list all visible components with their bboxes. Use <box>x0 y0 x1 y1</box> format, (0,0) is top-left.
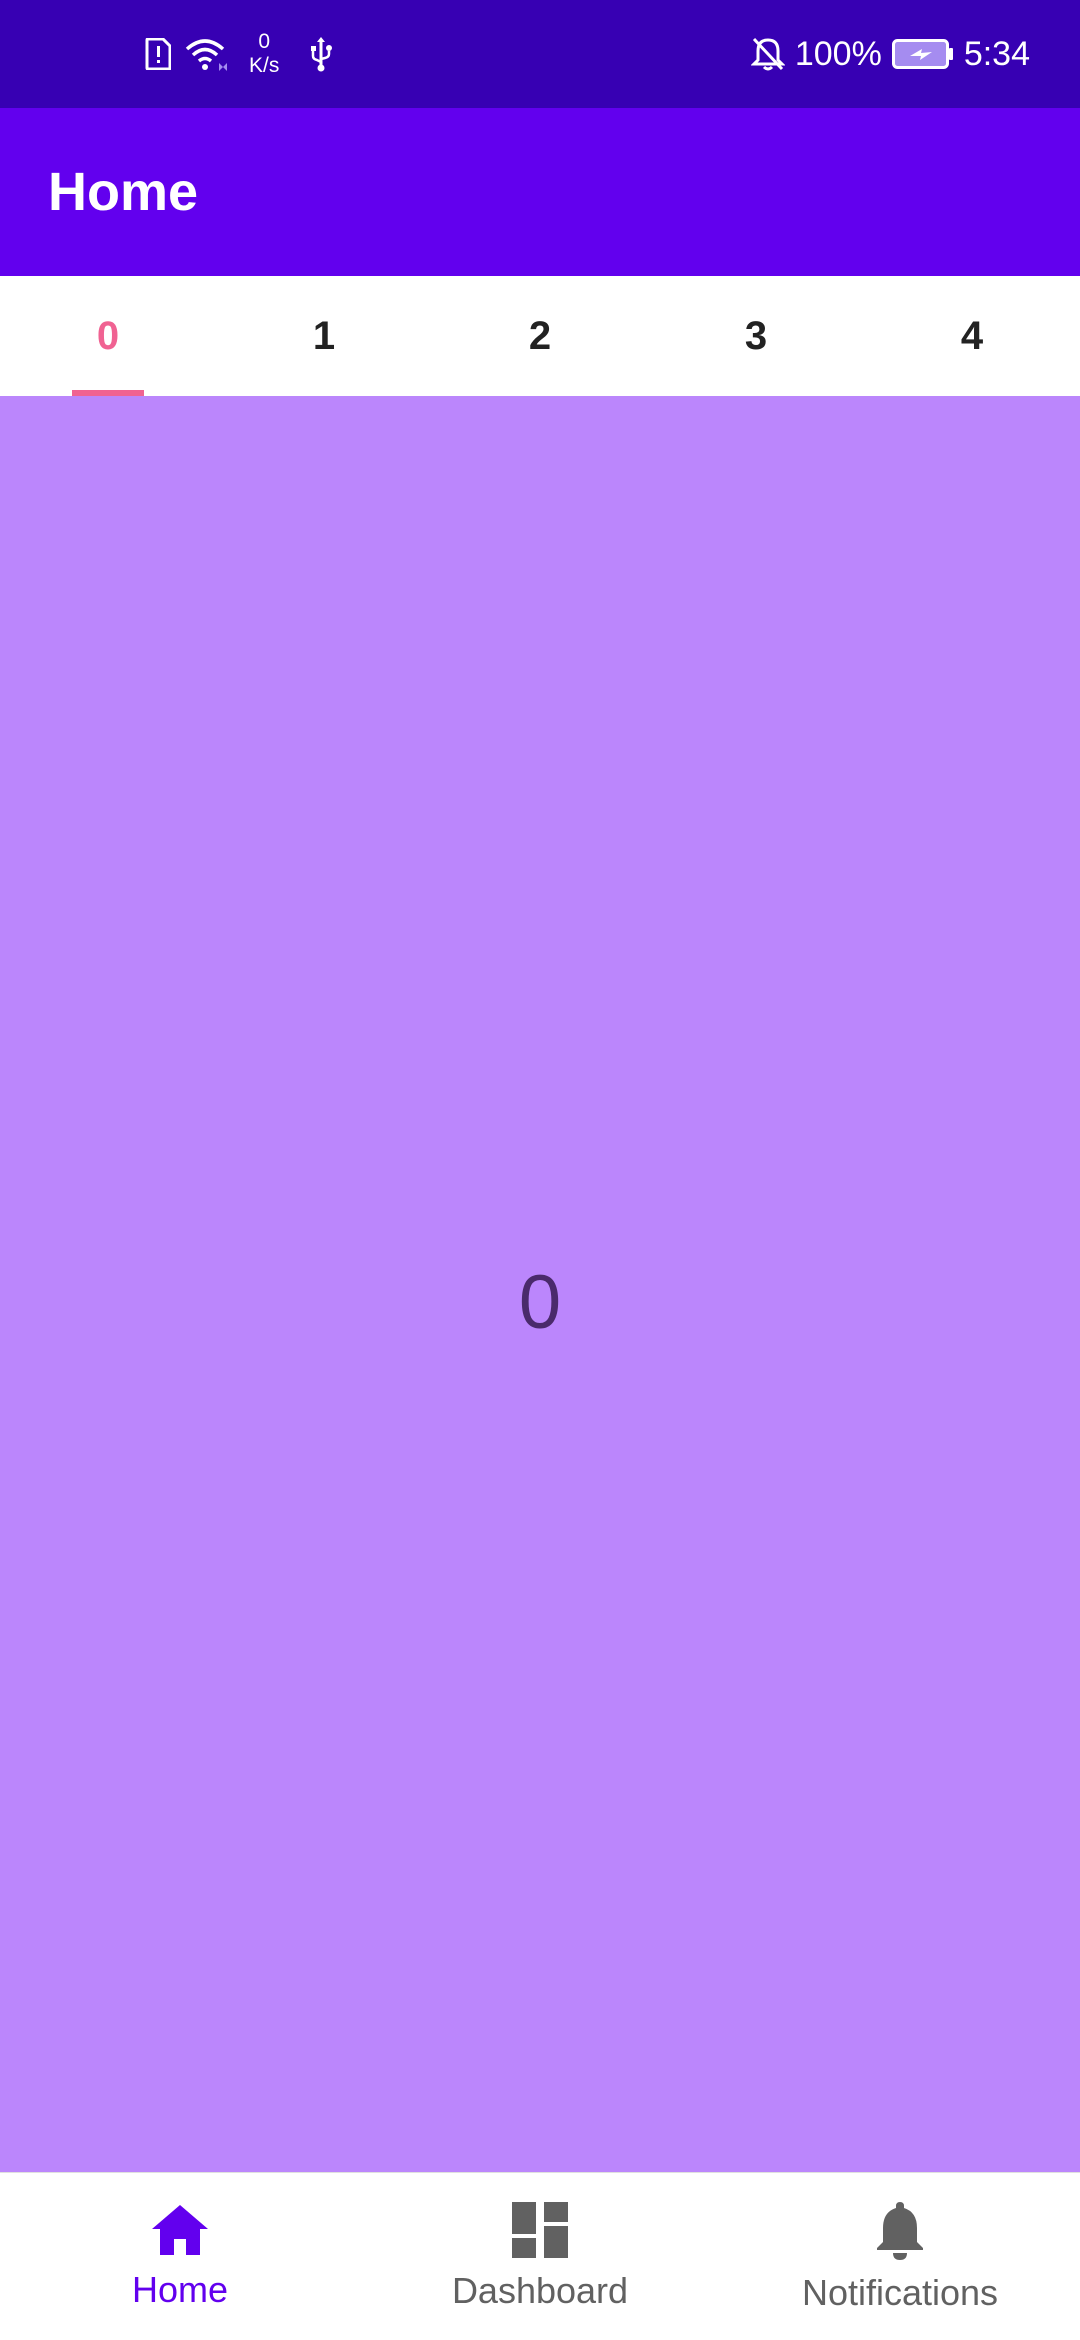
tab-label: 0 <box>96 313 120 358</box>
network-speed-unit: K/s <box>249 54 280 77</box>
home-icon <box>150 2203 210 2257</box>
nav-item-home[interactable]: Home <box>0 2173 360 2340</box>
tab-1[interactable]: 1 <box>216 276 432 396</box>
nav-item-dashboard[interactable]: Dashboard <box>360 2173 720 2340</box>
tab-4[interactable]: 4 <box>864 276 1080 396</box>
tab-2[interactable]: 2 <box>432 276 648 396</box>
nav-label-notifications: Notifications <box>801 2272 999 2313</box>
network-speed-value: 0 <box>258 30 271 53</box>
tab-3[interactable]: 3 <box>648 276 864 396</box>
network-speed: 0 K/s <box>249 30 279 78</box>
notifications-off-icon <box>750 36 785 72</box>
tab-label: 2 <box>528 313 552 358</box>
bell-icon <box>873 2200 927 2260</box>
tab-content-page[interactable]: 0 <box>0 396 1080 2172</box>
status-right: 100% 5:34 <box>750 0 1030 108</box>
clock: 5:34 <box>963 34 1030 73</box>
status-left: 0 K/s <box>145 0 333 108</box>
tab-label: 1 <box>312 313 336 358</box>
usb-icon <box>309 36 333 72</box>
app-bar: Home <box>0 108 1080 276</box>
dashboard-icon <box>512 2202 568 2258</box>
tab-0[interactable]: 0 <box>0 276 216 396</box>
sim-alert-icon <box>145 38 171 70</box>
bottom-navigation: Home Dashboard Notifications <box>0 2172 1080 2340</box>
nav-label-home: Home <box>131 2269 229 2310</box>
screen: 0 K/s 100% 5:34 Home 0 1 2 3 4 0 Home Da… <box>0 0 1080 2340</box>
tab-label: 3 <box>744 313 768 358</box>
tab-bar: 0 1 2 3 4 <box>0 276 1080 396</box>
battery-percent: 100% <box>794 34 882 73</box>
tab-label: 4 <box>960 313 984 358</box>
nav-item-notifications[interactable]: Notifications <box>720 2173 1080 2340</box>
wifi-icon <box>185 37 229 71</box>
battery-charging-icon <box>891 39 954 69</box>
page-title: Home <box>48 162 199 222</box>
nav-label-dashboard: Dashboard <box>451 2270 629 2311</box>
page-number-text: 0 <box>518 1259 562 1345</box>
status-bar: 0 K/s 100% 5:34 <box>0 0 1080 108</box>
